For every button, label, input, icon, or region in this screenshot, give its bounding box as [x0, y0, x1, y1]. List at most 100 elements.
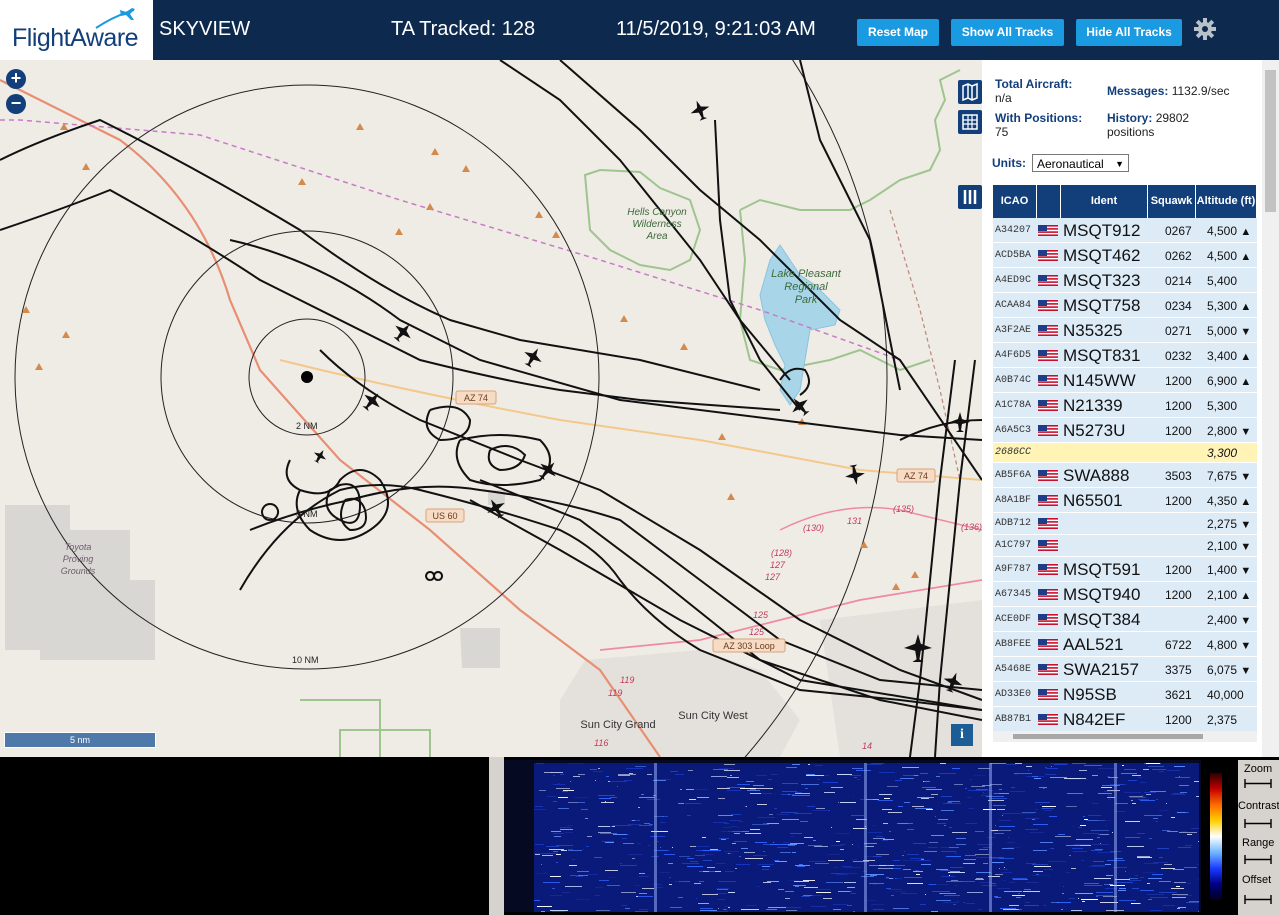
table-row[interactable]: A6A5C3 N5273U 1200 2,800 ▼	[993, 418, 1257, 443]
az74-shield-1: AZ 74	[464, 393, 488, 403]
zoom-out-button[interactable]: −	[6, 94, 26, 114]
table-row[interactable]: AB87B1 N842EF 1200 2,375	[993, 707, 1257, 732]
table-row[interactable]: ACAA84 MSQT758 0234 5,300 ▲	[993, 293, 1257, 318]
row-altitude: 4,500 ▲	[1207, 224, 1252, 238]
table-row[interactable]: A4F6D5 MSQT831 0232 3,400 ▲	[993, 343, 1257, 368]
row-altitude: 1,400 ▼	[1207, 563, 1252, 577]
columns-icon	[963, 190, 977, 204]
table-row[interactable]: AB8FEE AAL521 6722 4,800 ▼	[993, 632, 1257, 657]
table-row[interactable]: A9F787 MSQT591 1200 1,400 ▼	[993, 557, 1257, 582]
scroll-thumb[interactable]	[1265, 70, 1276, 212]
us-flag-icon	[1038, 325, 1058, 336]
row-squawk: 1200	[1165, 588, 1192, 602]
zoom-in-button[interactable]: +	[6, 69, 26, 89]
row-altitude: 4,800 ▼	[1207, 638, 1252, 652]
row-altitude: 3,300	[1207, 446, 1238, 460]
table-row[interactable]: A1C797 2,100 ▼	[993, 535, 1257, 557]
svg-text:(136): (136)	[961, 522, 982, 532]
zoom-slider[interactable]	[1244, 779, 1272, 788]
altitude-trend-icon: ▲	[1240, 226, 1252, 238]
row-ident: MSQT591	[1063, 560, 1141, 579]
aircraft-icon	[690, 100, 710, 121]
table-row[interactable]: A5468E SWA2157 3375 6,075 ▼	[993, 657, 1257, 682]
row-icao: ACAA84	[995, 300, 1032, 311]
table-hscrollbar[interactable]	[993, 731, 1257, 742]
row-icao: A8A1BF	[995, 495, 1032, 506]
row-altitude: 4,500 ▲	[1207, 249, 1252, 263]
table-row[interactable]: ACE0DF MSQT384 2,400 ▼	[993, 607, 1257, 632]
row-ident: N145WW	[1063, 371, 1136, 390]
aircraft-panel: Total Aircraft: n/a Messages: 1132.9/sec …	[982, 60, 1279, 757]
col-header-flag[interactable]	[1037, 185, 1061, 218]
units-select[interactable]: Aeronautical ▼	[1032, 154, 1129, 172]
toyota-label-1: Toyota	[65, 542, 92, 552]
table-row[interactable]: A3F2AE N35325 0271 5,000 ▼	[993, 318, 1257, 343]
table-row[interactable]: A67345 MSQT940 1200 2,100 ▲	[993, 582, 1257, 607]
hide-all-tracks-button[interactable]: Hide All Tracks	[1076, 19, 1182, 46]
col-header-altitude[interactable]: Altitude (ft)	[1196, 185, 1257, 218]
row-squawk: 1200	[1165, 424, 1192, 438]
row-squawk: 6722	[1165, 638, 1192, 652]
color-scale-bar	[1210, 773, 1222, 900]
row-icao: ACE0DF	[995, 614, 1032, 625]
positions-stat: With Positions: 75	[995, 111, 1083, 139]
tracked-count: TA Tracked: 128	[391, 18, 536, 40]
hscroll-thumb[interactable]	[1013, 734, 1203, 739]
site-name: SKYVIEW	[159, 18, 251, 40]
az303-shield: AZ 303 Loop	[723, 641, 775, 651]
us-flag-icon	[1038, 639, 1058, 650]
contrast-slider[interactable]	[1244, 819, 1272, 828]
altitude-trend-icon: ▲	[1240, 301, 1252, 313]
altitude-trend-icon: ▼	[1240, 640, 1252, 652]
col-header-squawk[interactable]: Squawk	[1148, 185, 1196, 218]
row-altitude: 5,300	[1207, 399, 1238, 413]
us-flag-icon	[1038, 275, 1058, 286]
row-squawk: 1200	[1165, 494, 1192, 508]
toyota-label-2: Proving	[63, 554, 94, 564]
us-flag-icon	[1038, 589, 1058, 600]
row-ident: N95SB	[1063, 685, 1117, 704]
table-row[interactable]: A0B74C N145WW 1200 6,900 ▲	[993, 368, 1257, 393]
row-icao: AB5F6A	[995, 470, 1032, 481]
table-row[interactable]: A1C78A N21339 1200 5,300	[993, 393, 1257, 418]
row-icao: AD33E0	[995, 689, 1032, 700]
row-icao: ADB712	[995, 518, 1032, 529]
table-row[interactable]: A8A1BF N65501 1200 4,350 ▲	[993, 488, 1257, 513]
table-row[interactable]: ADB712 2,275 ▼	[993, 513, 1257, 535]
row-icao: A1C797	[995, 540, 1032, 551]
reset-map-button[interactable]: Reset Map	[857, 19, 939, 46]
top-header: FlightAware SKYVIEW TA Tracked: 128 11/5…	[0, 0, 1279, 60]
grid-toggle-button[interactable]	[958, 110, 982, 134]
table-row[interactable]: AB5F6A SWA888 3503 7,675 ▼	[993, 463, 1257, 488]
columns-toggle-button[interactable]	[958, 185, 982, 209]
table-row[interactable]: A34207 MSQT912 0267 4,500 ▲	[993, 218, 1257, 243]
table-row[interactable]: A4ED9C MSQT323 0214 5,400	[993, 268, 1257, 293]
row-altitude: 5,000 ▼	[1207, 324, 1252, 338]
col-header-ident[interactable]: Ident	[1061, 185, 1148, 218]
col-header-icao[interactable]: ICAO	[993, 185, 1037, 218]
row-squawk: 3375	[1165, 663, 1192, 677]
row-icao: A4F6D5	[995, 350, 1032, 361]
table-row[interactable]: ACD5BA MSQT462 0262 4,500 ▲	[993, 243, 1257, 268]
us-flag-icon	[1038, 225, 1058, 236]
az74-shield-2: AZ 74	[904, 471, 928, 481]
row-icao: ACD5BA	[995, 250, 1032, 261]
us-flag-icon	[1038, 564, 1058, 575]
proving-grounds-area	[5, 505, 155, 660]
info-button[interactable]: i	[951, 724, 973, 746]
offset-slider[interactable]	[1244, 895, 1272, 904]
flightaware-logo[interactable]: FlightAware	[0, 0, 153, 60]
table-row[interactable]: AD33E0 N95SB 3621 40,000	[993, 682, 1257, 707]
map-view[interactable]: Hells Canyon Wilderness Area Lake Pleasa…	[0, 60, 982, 757]
panel-splitter[interactable]	[489, 757, 504, 915]
map-layers-button[interactable]	[958, 80, 982, 104]
gear-icon[interactable]	[1193, 17, 1217, 41]
panel-scrollbar[interactable]	[1262, 60, 1279, 757]
row-icao: 2686CC	[995, 447, 1032, 458]
row-icao: A34207	[995, 225, 1032, 236]
table-row[interactable]: 2686CC 3,300	[993, 443, 1257, 463]
show-all-tracks-button[interactable]: Show All Tracks	[951, 19, 1064, 46]
altitude-trend-icon: ▲	[1240, 251, 1252, 263]
range-slider[interactable]	[1244, 855, 1272, 864]
az74-road	[279, 359, 982, 481]
